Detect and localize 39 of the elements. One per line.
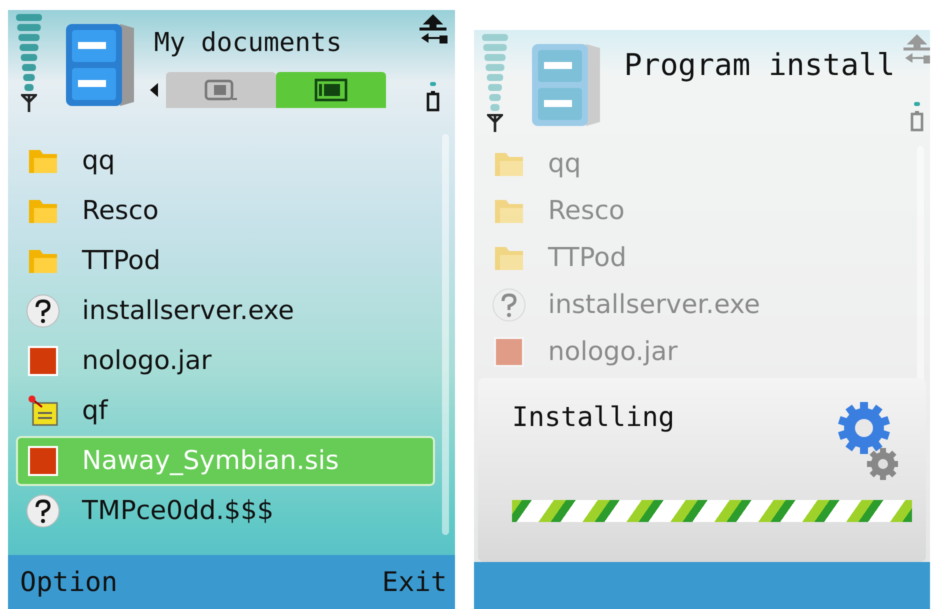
left-arrow-icon (150, 83, 158, 97)
file-row[interactable]: TMPce0dd.$$$ (16, 486, 435, 536)
folder-icon (494, 198, 524, 224)
softkey[interactable]: Option (20, 566, 118, 598)
phone-memory-icon (204, 79, 238, 101)
signal-icon (482, 34, 508, 114)
folder-icon (28, 198, 58, 224)
softkey[interactable]: Exit (382, 566, 447, 598)
file-row[interactable]: TTPod (16, 236, 435, 286)
antenna-icon (487, 114, 503, 132)
screen-title: Program install (623, 48, 895, 83)
screen-title: My documents (153, 28, 343, 58)
file-row[interactable]: qf (16, 386, 435, 436)
memory-card-icon (314, 78, 348, 102)
file-row[interactable]: installserver.exe (16, 286, 435, 336)
question-icon (26, 494, 60, 528)
storage-tab[interactable] (166, 72, 276, 108)
question-icon (492, 288, 526, 322)
question-icon (26, 294, 60, 328)
file-row[interactable]: qq (16, 136, 435, 186)
file-row[interactable]: Resco (16, 186, 435, 236)
app-icon (28, 446, 58, 476)
folder-icon (28, 248, 58, 274)
file-row[interactable]: TTPod (482, 234, 910, 281)
battery-icon (910, 102, 924, 132)
file-row[interactable]: nologo.jar (16, 336, 435, 386)
battery-icon (426, 82, 440, 112)
signal-icon (16, 14, 42, 94)
storage-tab[interactable] (276, 72, 386, 108)
app-icon (28, 346, 58, 376)
scrollbar[interactable] (442, 134, 449, 535)
dialog-message: Installing (512, 402, 675, 435)
folder-icon (28, 148, 58, 174)
antenna-icon (21, 94, 37, 112)
folder-icon (494, 150, 524, 176)
folder-icon (494, 244, 524, 270)
note-icon (28, 395, 58, 427)
gears-icon (838, 402, 898, 482)
app-icon (494, 336, 524, 366)
